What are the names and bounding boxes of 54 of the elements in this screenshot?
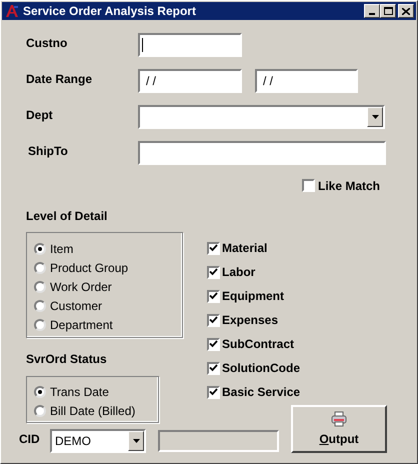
radio-button[interactable]	[34, 242, 46, 254]
printer-icon	[331, 410, 347, 426]
section-label: SvrOrd Status	[26, 351, 108, 367]
radio-button[interactable]	[34, 318, 46, 330]
maximize-button[interactable]	[380, 4, 396, 18]
minimize-icon	[369, 13, 375, 15]
radio-label: Product Group	[50, 260, 128, 276]
minimize-button[interactable]	[364, 4, 380, 18]
radio-button[interactable]	[34, 386, 46, 398]
checkbox-label: Material	[222, 240, 268, 257]
field-label: Custno	[26, 35, 68, 52]
radio-button[interactable]	[34, 280, 46, 292]
maximize-icon	[384, 7, 392, 15]
checkbox-label: Expenses	[222, 312, 278, 329]
dept-dropdown[interactable]	[138, 105, 385, 129]
radio-label: Work Order	[50, 278, 112, 296]
checkbox[interactable]	[207, 290, 220, 302]
radio-label: Bill Date (Billed)	[50, 402, 136, 420]
checkbox-label: Like Match	[318, 178, 380, 194]
field-label: CID	[19, 431, 41, 448]
input-field[interactable]	[138, 33, 242, 57]
checkbox-label: Labor	[222, 264, 256, 281]
radio-button[interactable]	[34, 300, 46, 312]
checkbox-label: Basic Service	[222, 384, 300, 401]
radio-label: Department	[50, 316, 113, 334]
checkbox[interactable]	[207, 242, 220, 254]
window-title: Service Order Analysis Report	[23, 5, 197, 17]
checkbox[interactable]	[207, 386, 220, 398]
output-button[interactable]: Output	[291, 405, 387, 453]
checkbox-label: Equipment	[222, 288, 284, 305]
checkbox[interactable]	[207, 314, 220, 326]
radio-label: Trans Date	[50, 384, 109, 400]
checkbox[interactable]	[302, 179, 315, 192]
checkbox[interactable]	[207, 362, 220, 374]
radio-button[interactable]	[34, 404, 46, 416]
field-label: ShipTo	[27, 143, 69, 160]
date-field[interactable]: / /	[255, 69, 358, 93]
checkbox[interactable]	[207, 338, 220, 350]
radio-label: Item	[50, 240, 74, 258]
checkbox[interactable]	[207, 266, 220, 278]
field-label: Date Range	[26, 71, 94, 88]
date-field[interactable]: / /	[138, 69, 242, 93]
close-button[interactable]	[398, 4, 414, 18]
radio-label: Customer	[50, 298, 102, 314]
dropdown-value: DEMO	[54, 433, 92, 450]
input-field[interactable]	[138, 141, 386, 165]
checkbox-label: SolutionCode	[222, 360, 300, 377]
field-label: Dept	[26, 107, 54, 124]
section-label: Level of Detail	[26, 208, 108, 224]
app-logo-icon	[5, 4, 19, 18]
close-icon	[402, 8, 410, 14]
checkbox-label: SubContract	[222, 336, 294, 353]
radio-button[interactable]	[34, 262, 46, 274]
cid-dropdown[interactable]: DEMO	[50, 429, 146, 453]
